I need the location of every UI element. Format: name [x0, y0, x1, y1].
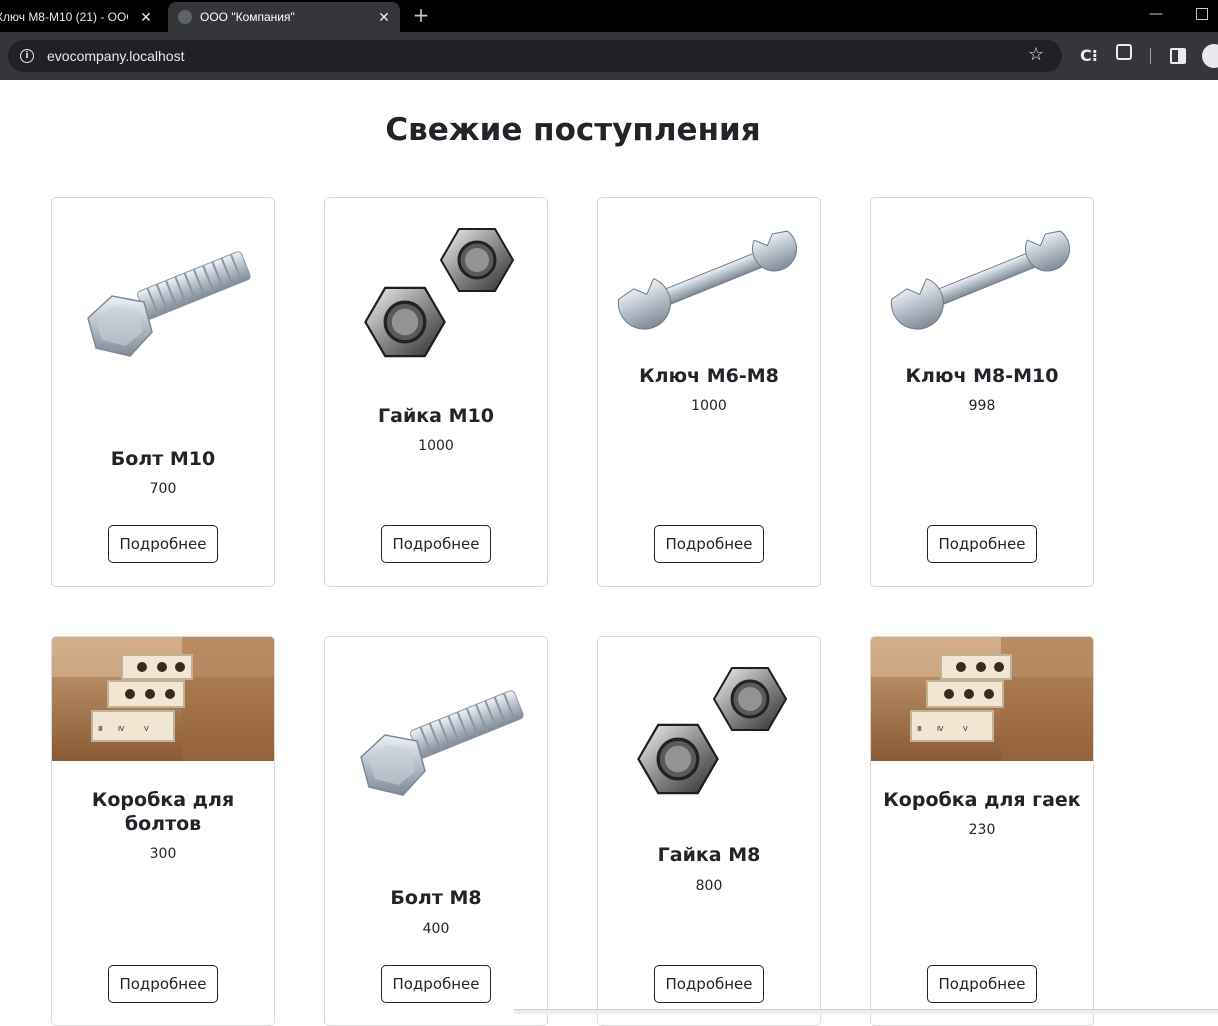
- customize-chrome-icon[interactable]: C⁝: [1080, 46, 1098, 65]
- product-title: Гайка М10: [378, 405, 494, 427]
- product-card: Ключ М6-М8 1000 Подробнее: [597, 197, 821, 587]
- tab-title: Ключ М8-М10 (21) - ООО &quot;Компания&qu…: [0, 10, 128, 24]
- minimize-icon[interactable]: —: [1146, 6, 1166, 22]
- product-card: Гайка М8 800 Подробнее: [597, 636, 821, 1026]
- product-title: Гайка М8: [657, 844, 761, 866]
- more-button[interactable]: Подробнее: [108, 525, 218, 563]
- more-button[interactable]: Подробнее: [654, 965, 764, 1003]
- bookmark-star-icon[interactable]: ☆: [1028, 44, 1044, 65]
- url-text[interactable]: evocompany.localhost: [47, 48, 184, 64]
- product-price: 800: [695, 878, 723, 894]
- site-info-icon[interactable]: i: [20, 49, 34, 63]
- wrench-image: [885, 223, 1079, 338]
- product-price: 400: [422, 921, 450, 937]
- product-title: Болт М8: [390, 887, 482, 909]
- toolbar-divider: [1150, 48, 1151, 64]
- product-price: 1000: [691, 398, 727, 414]
- more-button[interactable]: Подробнее: [108, 965, 218, 1003]
- side-panel-icon[interactable]: [1170, 48, 1186, 64]
- more-button[interactable]: Подробнее: [927, 965, 1037, 1003]
- browser-tab-active[interactable]: ООО "Компания" ✕: [168, 2, 400, 32]
- close-icon[interactable]: ✕: [374, 7, 394, 27]
- maximize-icon[interactable]: [1196, 8, 1208, 20]
- box-photo-image: [871, 637, 1093, 761]
- product-card: Болт М8 400 Подробнее: [324, 636, 548, 1026]
- nuts-image: [363, 227, 515, 358]
- more-button[interactable]: Подробнее: [654, 525, 764, 563]
- tab-title: ООО "Компания": [200, 10, 295, 24]
- globe-icon: [178, 10, 192, 24]
- product-title: Болт М10: [110, 448, 216, 470]
- close-icon[interactable]: ✕: [136, 7, 156, 27]
- new-tab-button[interactable]: +: [410, 4, 432, 26]
- page-title: Свежие поступления: [385, 112, 761, 148]
- product-card: Болт М10 700 Подробнее: [51, 197, 275, 587]
- more-button[interactable]: Подробнее: [381, 965, 491, 1003]
- product-title: Ключ М8-М10: [905, 365, 1059, 387]
- address-bar[interactable]: i evocompany.localhost ☆: [8, 40, 1062, 72]
- status-bar: [514, 1009, 1218, 1014]
- product-title: Коробка для болтов: [91, 789, 235, 835]
- product-price: 300: [149, 846, 177, 862]
- nuts-image: [636, 666, 788, 795]
- product-title: Коробка для гаек: [883, 789, 1081, 811]
- product-card: Коробка для болтов 300 Подробнее: [51, 636, 275, 1026]
- product-card: Коробка для гаек 230 Подробнее: [870, 636, 1094, 1026]
- browser-tab-strip: Ключ М8-М10 (21) - ООО &quot;Компания&qu…: [0, 0, 1218, 32]
- more-button[interactable]: Подробнее: [381, 525, 491, 563]
- product-price: 700: [149, 481, 177, 497]
- more-button[interactable]: Подробнее: [927, 525, 1037, 563]
- browser-tab[interactable]: Ключ М8-М10 (21) - ООО &quot;Компания&qu…: [0, 2, 166, 32]
- bolt-image: [360, 688, 526, 796]
- bolt-image: [87, 249, 253, 357]
- box-photo-image: [52, 637, 274, 761]
- product-price: 998: [968, 398, 996, 414]
- product-title: Ключ М6-М8: [639, 365, 779, 387]
- wrench-image: [612, 223, 806, 338]
- product-price: 1000: [418, 438, 454, 454]
- extensions-icon[interactable]: [1116, 44, 1132, 60]
- product-price: 230: [968, 822, 996, 838]
- product-card: Гайка М10 1000 Подробнее: [324, 197, 548, 587]
- browser-toolbar: i evocompany.localhost ☆: [0, 32, 1218, 80]
- product-card: Ключ М8-М10 998 Подробнее: [870, 197, 1094, 587]
